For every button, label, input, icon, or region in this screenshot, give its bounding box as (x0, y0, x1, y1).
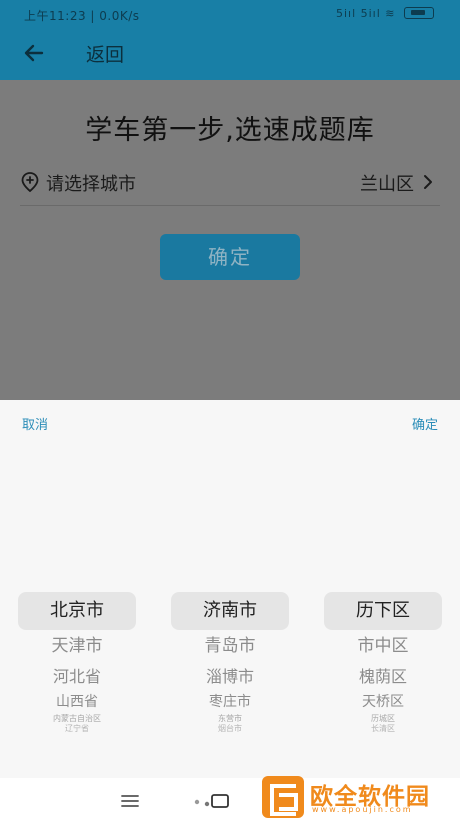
battery-icon (404, 7, 434, 19)
wheel-item[interactable]: 槐荫区 (324, 662, 442, 690)
wheel-item[interactable]: 长清区 (324, 724, 442, 734)
wheel-item[interactable]: 天桥区 (324, 690, 442, 714)
menu-icon[interactable] (120, 793, 140, 809)
back-arrow-icon[interactable] (22, 40, 46, 66)
page-content: 学车第一步,选速成题库 请选择城市 兰山区 确定 (0, 80, 460, 400)
district-wheel[interactable]: 历下区 市中区 槐荫区 天桥区 历城区 长清区 (324, 592, 442, 734)
wheel-selected-item[interactable]: 北京市 (18, 592, 136, 630)
home-gesture-icon[interactable] (192, 792, 240, 810)
city-selector-row[interactable]: 请选择城市 兰山区 (20, 168, 438, 208)
watermark-url: www.apoujin.com (312, 805, 413, 814)
wheel-item[interactable]: 内蒙古自治区 (18, 714, 136, 724)
city-row-divider (20, 205, 440, 206)
confirm-button[interactable]: 确定 (160, 234, 300, 280)
wheel-item[interactable]: 市中区 (324, 630, 442, 662)
wheel-item[interactable]: 山西省 (18, 690, 136, 714)
wheel-item[interactable]: 淄博市 (171, 662, 289, 690)
status-time: 上午11:23 | 0.0K/s (24, 9, 140, 23)
city-wheel[interactable]: 济南市 青岛市 淄博市 枣庄市 东营市 烟台市 (171, 592, 289, 734)
province-wheel[interactable]: 北京市 天津市 河北省 山西省 内蒙古自治区 辽宁省 (18, 592, 136, 734)
wheel-selected-item[interactable]: 济南市 (171, 592, 289, 630)
location-pin-icon (21, 172, 39, 193)
status-bar: 上午11:23 | 0.0K/s 5iıl 5iıl ≋ (0, 0, 460, 28)
wheel-item[interactable]: 河北省 (18, 662, 136, 690)
wheel-item[interactable]: 历城区 (324, 714, 442, 724)
status-icons: 5iıl 5iıl ≋ (336, 7, 434, 20)
wheel-item[interactable]: 青岛市 (171, 630, 289, 662)
city-value: 兰山区 (360, 174, 414, 195)
wheel-selected-item[interactable]: 历下区 (324, 592, 442, 630)
wheel-item[interactable]: 天津市 (18, 630, 136, 662)
chevron-right-icon (424, 175, 432, 189)
city-label: 请选择城市 (46, 174, 136, 195)
picker-cancel-button[interactable]: 取消 (22, 414, 48, 433)
page-heading: 学车第一步,选速成题库 (85, 115, 375, 146)
signal-wifi-icons: 5iıl 5iıl ≋ (335, 7, 396, 20)
title-bar: 返回 (0, 28, 460, 80)
wheel-item[interactable]: 枣庄市 (171, 690, 289, 714)
watermark-logo-icon (262, 776, 304, 818)
wheel-item[interactable]: 烟台市 (171, 724, 289, 734)
back-label[interactable]: 返回 (86, 40, 124, 67)
picker-ok-button[interactable]: 确定 (412, 414, 438, 433)
wheel-item[interactable]: 辽宁省 (18, 724, 136, 734)
site-watermark: 欧全软件园 www.apoujin.com (262, 776, 454, 818)
wheel-item[interactable]: 东营市 (171, 714, 289, 724)
region-picker-sheet: 取消 确定 北京市 天津市 河北省 山西省 内蒙古自治区 辽宁省 济南市 青岛市… (0, 400, 460, 778)
